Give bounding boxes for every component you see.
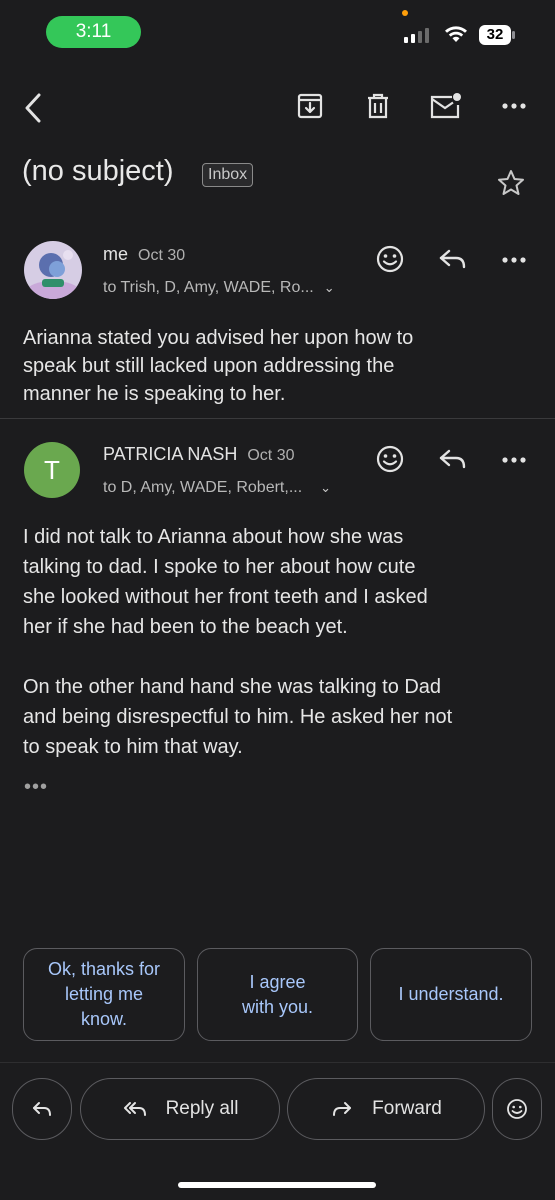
smart-reply-chip[interactable]: I understand. [370,948,532,1041]
smart-reply-chip[interactable]: I agree with you. [197,948,358,1041]
smart-reply-line: I agree [249,971,306,992]
sender-name: PATRICIA NASH [103,444,238,464]
back-arrow-icon [25,93,41,123]
email-subject: (no subject) [22,155,174,187]
reply-icon[interactable] [436,443,468,475]
bottom-divider [0,1062,555,1063]
more-horiz-icon [502,103,526,109]
reply-icon[interactable] [436,243,468,275]
smart-reply-line: Ok, thanks for [47,959,161,979]
message-more-icon[interactable] [501,256,527,264]
message-header[interactable]: me Oct 30 [103,244,185,265]
chevron-down-icon: ⌄ [323,280,335,295]
smart-reply-line: letting me [64,984,144,1004]
home-indicator[interactable] [178,1182,376,1188]
battery-level: 32 [486,26,504,43]
body-line: I did not talk to Arianna about how she … [23,526,404,548]
reply-all-button[interactable]: Reply all [80,1078,280,1140]
recipients-toggle[interactable]: to D, Amy, WADE, Robert,... ⌄ [103,479,331,497]
star-button[interactable] [496,168,528,200]
body-line: and being disrespectful to him. He asked… [23,706,453,728]
recipients-toggle[interactable]: to Trish, D, Amy, WADE, Ro... ⌄ [103,279,335,297]
smart-reply-chip[interactable]: Ok, thanks for letting me know. [23,948,185,1041]
battery-icon: 32 [478,24,516,46]
smart-reply-line: know. [80,1009,127,1029]
trash-icon [368,93,388,119]
emoji-react-button[interactable] [492,1078,542,1140]
show-trimmed-content-button[interactable]: ••• [24,776,48,799]
message-header[interactable]: PATRICIA NASH Oct 30 [103,444,295,465]
forward-icon [333,1102,352,1116]
mark-unread-button[interactable] [428,90,464,122]
back-button[interactable] [16,88,50,128]
message-date: Oct 30 [138,247,186,264]
status-time: 3:11 [46,16,141,48]
archive-button[interactable] [294,90,326,122]
chevron-down-icon: ⌄ [320,480,332,495]
privacy-indicator-dot [402,10,408,16]
label-badge[interactable]: Inbox [202,163,254,187]
cellular-signal-icon [404,28,429,43]
sender-name: me [103,244,129,264]
emoji-icon [507,1099,527,1119]
body-line: her if she had been to the beach yet. [23,616,348,638]
mark-unread-icon [430,93,461,119]
more-options-button[interactable] [498,92,530,120]
reply-button[interactable] [12,1078,72,1140]
forward-button[interactable]: Forward [287,1078,485,1140]
body-line: she looked without her front teeth and I… [23,586,428,608]
body-line: talking to dad. I spoke to her about how… [23,556,416,578]
reply-all-icon [123,1102,146,1116]
delete-button[interactable] [362,90,394,122]
body-line: On the other hand hand she was talking t… [23,676,442,698]
body-line: Arianna stated you advised her upon how … [23,327,414,349]
body-line: manner he is speaking to her. [23,383,286,405]
smart-reply-line: with you. [241,996,314,1017]
reply-all-label: Reply all [165,1098,239,1119]
archive-icon [297,93,323,119]
sender-avatar[interactable]: T [24,442,80,498]
recipients-list: to D, Amy, WADE, Robert,... [103,479,303,496]
message-divider [0,418,555,419]
star-icon [498,170,524,195]
message-body: Arianna stated you advised her upon how … [23,324,543,408]
emoji-react-icon[interactable] [374,243,406,275]
recipients-list: to Trish, D, Amy, WADE, Ro... [103,279,314,296]
wifi-icon [445,26,467,42]
smart-reply-line: I understand. [398,984,504,1004]
message-more-icon[interactable] [501,456,527,464]
sender-avatar[interactable] [24,241,82,299]
emoji-react-icon[interactable] [374,443,406,475]
forward-label: Forward [372,1098,442,1119]
message-date: Oct 30 [247,447,295,464]
body-line: to speak to him that way. [23,736,243,758]
body-line: speak but still lacked upon addressing t… [23,355,395,377]
message-body: I did not talk to Arianna about how she … [23,522,548,762]
reply-icon [33,1102,51,1116]
